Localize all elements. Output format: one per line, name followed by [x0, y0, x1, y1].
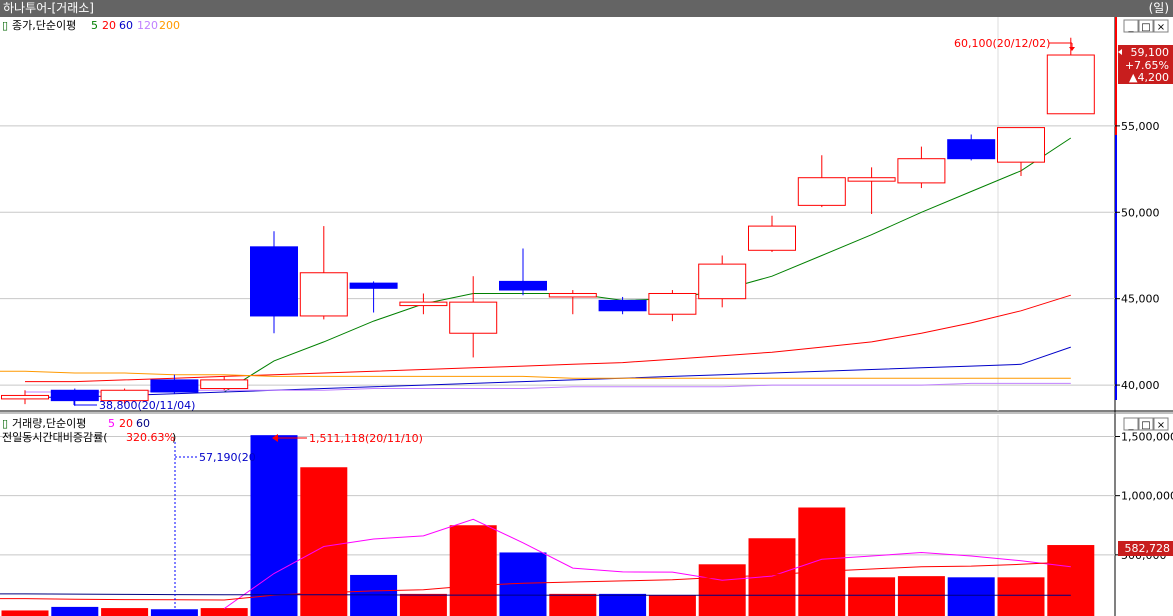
price-panel-controls: _ □ × [1123, 19, 1169, 33]
candle-body [897, 158, 946, 184]
vol-legend-ma60: 60 [136, 417, 150, 430]
price-low-note: 38,800(20/11/04) [99, 399, 195, 412]
price-minimize-icon: _ [1128, 22, 1135, 33]
volume-bar [997, 577, 1045, 616]
volume-bar [848, 577, 896, 616]
candle-body [399, 301, 448, 307]
price-axis-label: 40,000 [1121, 379, 1160, 392]
legend-ma60: 60 [119, 19, 133, 32]
stock-chart: ▯ 종가,단순이평 5 20 60 120 200 _ □ × 55,000 50… [0, 17, 1173, 616]
volume-bar [150, 609, 198, 616]
candle-body [648, 292, 697, 315]
volume-bar [549, 593, 597, 616]
vol-legend-ma20: 20 [119, 417, 133, 430]
candle-body [598, 299, 647, 312]
volume-subtitle-close: ) [172, 431, 176, 444]
volume-bar [1047, 545, 1095, 616]
volume-subtitle-value: 320.63% [126, 431, 175, 444]
volume-bar [101, 608, 149, 616]
vol-legend-ma5: 5 [108, 417, 115, 430]
volume-legend-marker: ▯ [2, 417, 8, 430]
current-change: ▲4,200 [1129, 71, 1169, 84]
volume-minimize-icon: _ [1128, 420, 1135, 431]
volume-legend-label: 거래량,단순이평 [12, 417, 86, 430]
volume-bar [449, 525, 497, 616]
price-close-icon: × [1157, 22, 1165, 33]
volume-bar [399, 593, 447, 616]
candle-body [200, 379, 249, 390]
price-legend-marker: ▯ [2, 19, 8, 32]
legend-ma20: 20 [102, 19, 116, 32]
volume-bar [798, 507, 846, 616]
current-price-box: 59,100 +7.65% ▲4,200 [1118, 45, 1173, 84]
candle-body [997, 127, 1045, 163]
candle-body [499, 280, 547, 291]
candle-body [847, 177, 896, 182]
volume-bar [51, 606, 99, 616]
volume-bar [648, 595, 696, 616]
current-volume: 582,728 [1125, 542, 1171, 555]
candle-body [1046, 54, 1095, 115]
volume-high-note: 1,511,118(20/11/10) [309, 432, 423, 445]
volume-axis-label: 1,500,000 [1121, 430, 1173, 443]
candle-body [698, 263, 747, 300]
volume-ref-note: 57,190(20 [199, 451, 256, 464]
candle-body [250, 246, 298, 317]
volume-axis-label: 1,000,000 [1121, 490, 1173, 503]
price-axis-label: 55,000 [1121, 120, 1160, 133]
price-maximize-icon: □ [1141, 22, 1150, 33]
candle-body [349, 282, 398, 289]
volume-subtitle: 전일동시간대비증감률( [2, 430, 108, 444]
volume-bar [599, 593, 647, 616]
candle-body [150, 379, 199, 393]
volume-bar [250, 435, 298, 616]
candle-body [797, 177, 846, 206]
current-volume-box: 582,728 [1118, 541, 1173, 556]
legend-ma5: 5 [91, 19, 98, 32]
candle-body [947, 139, 996, 160]
legend-ma120: 120 [137, 19, 158, 32]
price-axis-label: 50,000 [1121, 206, 1160, 219]
volume-bar [1, 610, 49, 616]
volume-bar [200, 608, 248, 616]
candle-body [1, 394, 49, 400]
current-price: 59,100 [1131, 46, 1170, 59]
volume-maximize-icon: □ [1141, 420, 1150, 431]
price-axis-label: 45,000 [1121, 293, 1160, 306]
volume-bar [947, 577, 995, 616]
candle-body [748, 225, 796, 251]
candle-body [299, 272, 348, 317]
candle-body [449, 301, 498, 334]
price-high-note: 60,100(20/12/02) [954, 37, 1050, 50]
volume-bar [897, 576, 945, 616]
candle-body [548, 292, 597, 298]
volume-close-icon: × [1157, 420, 1165, 431]
legend-ma200: 200 [159, 19, 180, 32]
volume-bar [698, 564, 746, 616]
volume-bar [350, 574, 398, 616]
price-legend-label: 종가,단순이평 [12, 19, 76, 32]
volume-panel-controls: _ □ × [1123, 417, 1169, 431]
